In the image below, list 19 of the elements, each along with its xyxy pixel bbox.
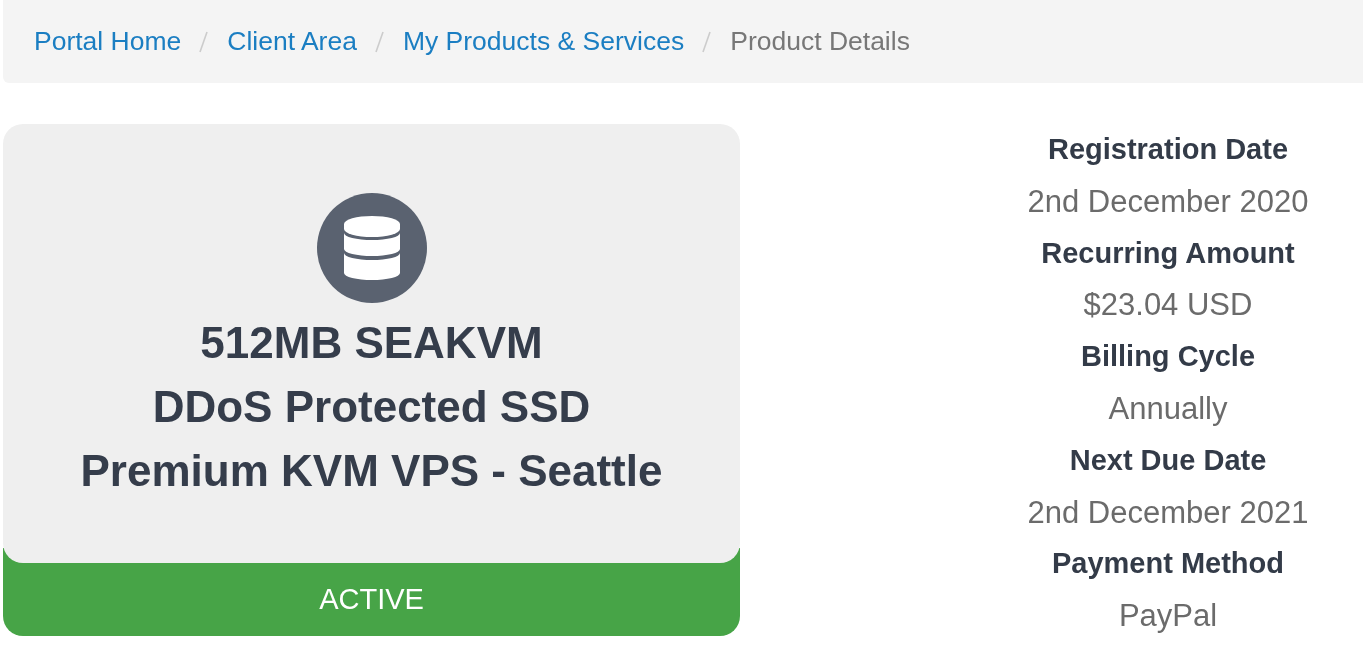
detail-label: Next Due Date — [1069, 442, 1267, 478]
detail-value: 2nd December 2020 — [1027, 182, 1309, 221]
breadcrumb-link[interactable]: My Products & Services — [402, 26, 685, 57]
detail-label: Recurring Amount — [1041, 235, 1295, 271]
detail-value: PayPal — [1118, 597, 1218, 636]
detail-value: $23.04 USD — [1083, 286, 1253, 325]
detail-value: 2nd December 2021 — [1027, 493, 1309, 532]
detail-label: Payment Method — [1052, 546, 1284, 582]
slash-icon — [199, 30, 209, 53]
detail-label: Billing Cycle — [1080, 339, 1255, 375]
product-title: 512MB SEAKVM DDoS Protected SSD Premium KVM VPS - Seattle — [80, 317, 663, 497]
detail-value: Annually — [1108, 390, 1228, 428]
breadcrumb-current: Product Details — [730, 26, 910, 57]
breadcrumb-link[interactable]: Client Area — [227, 26, 357, 57]
database-icon — [316, 193, 427, 303]
slash-icon — [374, 30, 384, 53]
detail-label: Registration Date — [1047, 132, 1289, 167]
slash-icon — [702, 30, 712, 53]
breadcrumb-link[interactable]: Portal Home — [34, 26, 182, 57]
